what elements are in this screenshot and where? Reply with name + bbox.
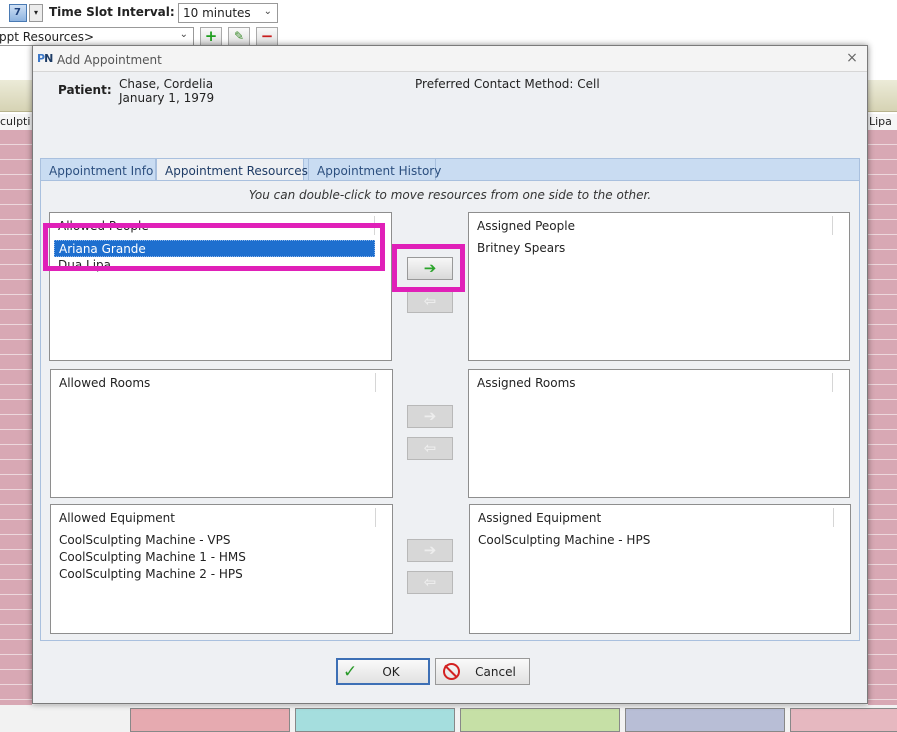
patient-label: Patient: [58,83,112,97]
chevron-down-icon: ⌄ [263,6,272,17]
ok-button-label: OK [382,665,400,679]
list-item[interactable]: CoolSculpting Machine 2 - HPS [55,566,376,583]
arrow-right-icon: ➔ [423,407,437,425]
assigned-rooms-header: Assigned Rooms [469,370,849,394]
assigned-rooms-list[interactable]: Assigned Rooms [468,369,850,498]
assigned-people-header: Assigned People [469,213,849,237]
pencil-icon: ✎ [233,29,245,43]
calendar-icon[interactable] [9,4,27,22]
assign-equipment-button[interactable]: ➔ [407,539,453,562]
dialog-title: Add Appointment [57,53,162,67]
assign-person-button[interactable]: ➔ [407,257,453,280]
unassign-person-button[interactable]: ⇦ [407,290,453,313]
calendar-color-bar[interactable] [460,708,620,732]
calendar-column-header: culpti [0,114,32,130]
minus-icon: − [260,27,274,45]
resources-panel: You can double-click to move resources f… [40,180,860,641]
add-resource-button[interactable]: + [200,27,222,47]
chevron-down-icon: ⌄ [179,29,188,40]
time-slot-interval-value: 10 minutes [183,6,251,20]
patient-dob: January 1, 1979 [119,91,215,105]
chevron-down-icon: ▾ [33,8,38,17]
assigned-equipment-header: Assigned Equipment [470,505,850,529]
tab-appointment-history[interactable]: Appointment History [308,158,441,181]
resources-select-value: ppt Resources> [0,30,95,44]
allowed-people-list[interactable]: Allowed People Ariana Grande Dua Lipa [49,212,392,361]
preferred-contact-method: Preferred Contact Method: Cell [415,77,600,91]
arrow-left-icon: ⇦ [423,573,437,591]
calendar-column-left[interactable] [0,130,32,705]
list-item[interactable]: CoolSculpting Machine 1 - HMS [55,549,376,566]
time-slot-interval-select[interactable]: 10 minutes ⌄ [178,3,278,23]
calendar-color-bar[interactable] [790,708,897,732]
arrow-left-icon: ⇦ [423,439,437,457]
time-slot-interval-label: Time Slot Interval: [49,5,175,19]
assigned-people-list[interactable]: Assigned People Britney Spears [468,212,850,361]
patient-name: Chase, Cordelia [119,77,214,91]
dialog-title-bar[interactable]: PN Add Appointment × [33,46,867,72]
allowed-rooms-list[interactable]: Allowed Rooms [50,369,393,498]
calendar-color-bar[interactable] [625,708,785,732]
unassign-equipment-button[interactable]: ⇦ [407,571,453,594]
cancel-button-label: Cancel [475,665,516,679]
resources-select[interactable]: ppt Resources> ⌄ [0,27,194,46]
tab-appointment-resources[interactable]: Appointment Resources [156,158,308,182]
edit-resource-button[interactable]: ✎ [228,27,250,47]
calendar-dropdown-button[interactable]: ▾ [29,4,43,22]
list-item[interactable]: CoolSculpting Machine - VPS [55,532,376,549]
calendar-color-bar[interactable] [130,708,290,732]
list-item[interactable]: Dua Lipa [54,257,375,274]
background-toolbar: ▾ Time Slot Interval: 10 minutes ⌄ ppt R… [0,0,897,48]
list-item[interactable]: Ariana Grande [54,240,375,257]
assign-room-button[interactable]: ➔ [407,405,453,428]
plus-icon: + [204,27,218,45]
tab-appointment-info[interactable]: Appointment Info [40,158,156,181]
double-click-hint: You can double-click to move resources f… [248,188,652,202]
arrow-right-icon: ➔ [423,541,437,559]
calendar-column-header: Lipa [868,114,897,130]
app-logo-icon: PN [37,52,53,65]
arrow-left-icon: ⇦ [423,292,437,310]
allowed-equipment-list[interactable]: Allowed Equipment CoolSculpting Machine … [50,504,393,634]
close-icon[interactable]: × [845,51,859,65]
add-appointment-dialog: PN Add Appointment × Patient: Chase, Cor… [32,45,868,704]
assigned-equipment-list[interactable]: Assigned Equipment CoolSculpting Machine… [469,504,851,634]
cancel-button[interactable]: Cancel [435,658,530,685]
arrow-right-icon: ➔ [423,259,437,277]
unassign-room-button[interactable]: ⇦ [407,437,453,460]
allowed-equipment-header: Allowed Equipment [51,505,392,529]
ok-button[interactable]: ✓ OK [336,658,430,685]
allowed-people-header: Allowed People [50,213,391,237]
calendar-color-bar[interactable] [295,708,455,732]
calendar-column-right[interactable] [868,130,897,705]
allowed-rooms-header: Allowed Rooms [51,370,392,394]
list-item[interactable]: Britney Spears [473,240,833,257]
delete-resource-button[interactable]: − [256,27,278,47]
list-item[interactable]: CoolSculpting Machine - HPS [474,532,834,549]
